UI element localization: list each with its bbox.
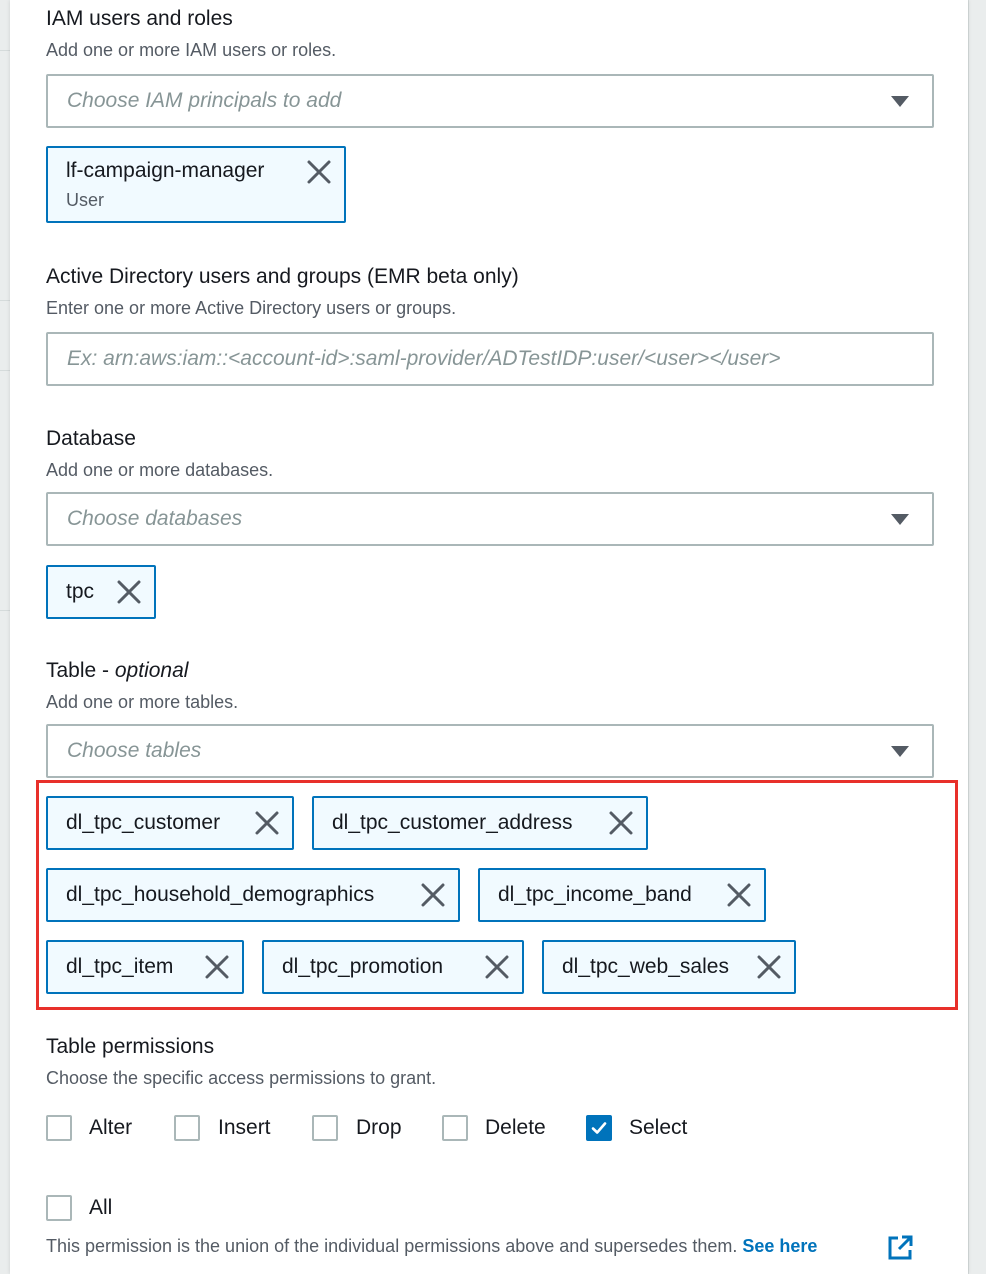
database-select[interactable]: Choose databases [46, 492, 934, 546]
table-description: Add one or more tables. [46, 692, 239, 712]
all-checkbox[interactable] [46, 1195, 72, 1221]
background-left-edge [0, 0, 10, 1274]
table-token: dl_tpc_item [46, 940, 244, 994]
remove-icon[interactable] [726, 882, 752, 908]
external-link-icon[interactable] [886, 1234, 914, 1262]
ad-label: Active Directory users and groups (EMR b… [46, 265, 519, 288]
remove-icon[interactable] [756, 954, 782, 980]
permission-note: This permission is the union of the indi… [46, 1236, 818, 1256]
table-token: dl_tpc_income_band [478, 868, 766, 922]
optional-label: optional [114, 659, 189, 682]
ad-placeholder: Ex: arn:aws:iam::<account-id>:saml-provi… [67, 347, 781, 370]
alter-label: Alter [89, 1116, 133, 1139]
table-select[interactable]: Choose tables [46, 724, 934, 778]
token-label: dl_tpc_customer_address [332, 811, 573, 834]
database-placeholder: Choose databases [67, 507, 243, 530]
iam-placeholder: Choose IAM principals to add [67, 89, 342, 112]
remove-icon[interactable] [204, 954, 230, 980]
database-label: Database [46, 427, 136, 450]
table-token: dl_tpc_customer [46, 796, 294, 850]
permissions-label: Table permissions [46, 1035, 215, 1058]
drop-checkbox[interactable] [312, 1115, 338, 1141]
table-token: dl_tpc_customer_address [312, 796, 648, 850]
remove-icon[interactable] [306, 159, 332, 185]
iam-token: lf-campaign-manager User [46, 146, 346, 223]
ad-users-input[interactable]: Ex: arn:aws:iam::<account-id>:saml-provi… [46, 332, 934, 386]
token-label: dl_tpc_household_demographics [66, 883, 375, 906]
checkmark-icon [591, 1122, 607, 1134]
token-label: dl_tpc_web_sales [562, 955, 729, 978]
see-here-link[interactable]: See here [742, 1236, 817, 1256]
delete-label: Delete [485, 1116, 546, 1139]
remove-icon[interactable] [254, 810, 280, 836]
alter-checkbox[interactable] [46, 1115, 72, 1141]
select-checkbox[interactable] [586, 1115, 612, 1141]
token-label: dl_tpc_customer [66, 811, 221, 834]
token-type: User [66, 190, 105, 210]
token-label: tpc [66, 580, 95, 603]
drop-label: Drop [356, 1116, 402, 1139]
database-description: Add one or more databases. [46, 460, 274, 480]
remove-icon[interactable] [420, 882, 446, 908]
token-label: dl_tpc_item [66, 955, 174, 978]
token-label: dl_tpc_promotion [282, 955, 444, 978]
ad-description: Enter one or more Active Directory users… [46, 298, 457, 318]
remove-icon[interactable] [484, 954, 510, 980]
permissions-description: Choose the specific access permissions t… [46, 1068, 437, 1088]
select-label: Select [629, 1116, 688, 1139]
dropdown-caret-icon [891, 746, 909, 757]
dropdown-caret-icon [891, 514, 909, 525]
iam-description: Add one or more IAM users or roles. [46, 40, 337, 60]
scrollbar-track[interactable] [968, 0, 986, 1274]
insert-label: Insert [218, 1116, 271, 1139]
iam-label: IAM users and roles [46, 7, 233, 30]
table-label: Table - optional [46, 659, 189, 682]
remove-icon[interactable] [608, 810, 634, 836]
table-token: dl_tpc_web_sales [542, 940, 796, 994]
database-token: tpc [46, 565, 156, 619]
table-token: dl_tpc_household_demographics [46, 868, 460, 922]
table-placeholder: Choose tables [67, 739, 202, 762]
dropdown-caret-icon [891, 96, 909, 107]
insert-checkbox[interactable] [174, 1115, 200, 1141]
token-label: dl_tpc_income_band [498, 883, 692, 906]
all-label: All [89, 1196, 113, 1219]
remove-icon[interactable] [116, 579, 142, 605]
token-label: lf-campaign-manager [66, 159, 265, 182]
iam-principals-select[interactable]: Choose IAM principals to add [46, 74, 934, 128]
delete-checkbox[interactable] [442, 1115, 468, 1141]
table-token: dl_tpc_promotion [262, 940, 524, 994]
